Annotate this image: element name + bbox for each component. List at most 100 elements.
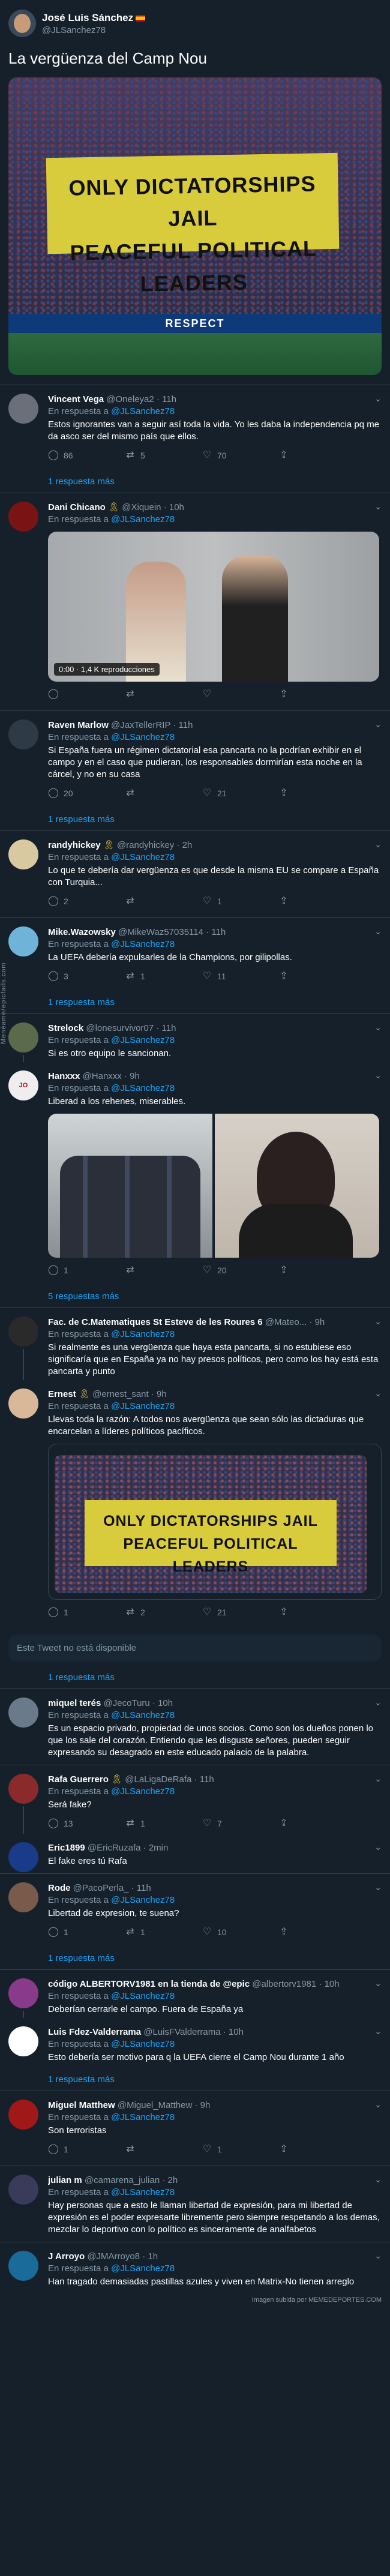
mention-link[interactable]: @JLSanchez78 <box>111 2263 175 2274</box>
author-name[interactable]: José Luis Sánchez <box>42 12 133 23</box>
reply-tweet[interactable]: ⌄ J Arroyo @JMArroyo8 · 1h En respuesta … <box>0 2242 390 2294</box>
chevron-down-icon[interactable]: ⌄ <box>374 2026 382 2037</box>
reply-author-handle[interactable]: @ernest_sant <box>92 1389 149 1399</box>
like-button[interactable]: ♡ 70 <box>202 450 278 461</box>
chevron-down-icon[interactable]: ⌄ <box>374 1842 382 1852</box>
reply-time[interactable]: 11h <box>200 1774 214 1785</box>
share-button[interactable]: ⇪ <box>278 1265 314 1276</box>
reply-author-name[interactable]: J Arroyo <box>48 2251 85 2262</box>
mention-link[interactable]: @JLSanchez78 <box>111 2039 175 2049</box>
mention-link[interactable]: @JLSanchez78 <box>111 1895 175 1905</box>
reply-author-name[interactable]: Raven Marlow <box>48 720 109 730</box>
reply-author-handle[interactable]: @EricRuzafa <box>88 1843 141 1853</box>
reply-author-handle[interactable]: @JecoTuru <box>104 1698 150 1708</box>
avatar[interactable] <box>8 1842 38 1872</box>
avatar[interactable] <box>8 2100 38 2130</box>
share-button[interactable]: ⇪ <box>278 450 314 461</box>
reply-time[interactable]: 9h <box>315 1317 325 1327</box>
reply-author-name[interactable]: Ernest <box>48 1389 76 1399</box>
reply-tweet[interactable]: ⌄ código ALBERTORV1981 en la tienda de @… <box>0 1970 390 2018</box>
reply-tweet[interactable]: ⌄ Fac. de C.Matematiques St Esteve de le… <box>0 1308 390 1380</box>
reply-time[interactable]: 10h <box>325 1979 340 1989</box>
mention-link[interactable]: @JLSanchez78 <box>111 939 175 949</box>
chevron-down-icon[interactable]: ⌄ <box>374 1317 382 1327</box>
reply-tweet[interactable]: ⌄ Vincent Vega @Oneleya2 · 11h En respue… <box>0 385 390 472</box>
reply-author-name[interactable]: Hanxxx <box>48 1071 80 1081</box>
chevron-down-icon[interactable]: ⌄ <box>374 1022 382 1033</box>
reply-author-handle[interactable]: @Hanxxx <box>83 1071 122 1081</box>
share-button[interactable]: ⇪ <box>278 971 314 982</box>
reply-tweet[interactable]: ⌄ Raven Marlow @JaxTellerRIP · 11h En re… <box>0 711 390 809</box>
retweet-button[interactable]: ⇄ 1 <box>125 1818 202 1829</box>
chevron-down-icon[interactable]: ⌄ <box>374 1389 382 1399</box>
avatar[interactable] <box>8 839 38 869</box>
reply-tweet[interactable]: JO ⌄ Hanxxx @Hanxxx · 9h En respuesta a … <box>0 1062 390 1286</box>
avatar[interactable] <box>8 10 36 37</box>
mention-link[interactable]: @JLSanchez78 <box>111 732 175 742</box>
reply-time[interactable]: 10h <box>229 2027 244 2037</box>
retweet-button[interactable]: ⇄ <box>125 896 202 907</box>
chevron-down-icon[interactable]: ⌄ <box>374 1698 382 1708</box>
reply-author-handle[interactable]: @Mateo... <box>265 1317 307 1327</box>
like-button[interactable]: ♡ 1 <box>202 896 278 907</box>
avatar[interactable] <box>8 1698 38 1728</box>
reply-tweet[interactable]: ⌄ Ernest 🎗 @ernest_sant · 9h En respuest… <box>0 1380 390 1629</box>
like-button[interactable]: ♡ 1 <box>202 2144 278 2155</box>
author-handle[interactable]: @JLSanchez78 <box>42 25 145 35</box>
reply-author-name[interactable]: miquel terés <box>48 1698 101 1708</box>
reply-time[interactable]: 10h <box>158 1698 173 1708</box>
quoted-photo[interactable]: ONLY DICTATORSHIPS JAIL PEACEFUL POLITIC… <box>55 1455 367 1593</box>
main-tweet[interactable]: José Luis Sánchez @JLSanchez78 La vergüe… <box>0 0 390 385</box>
reply-button[interactable]: ◯ <box>48 689 125 700</box>
reply-tweet[interactable]: ⌄ Strelock @lonesurvivor07 · 11h En resp… <box>0 1014 390 1062</box>
show-more-replies[interactable]: 1 respuesta más <box>0 2070 390 2091</box>
reply-tweet[interactable]: ⌄ miquel terés @JecoTuru · 10h En respue… <box>0 1689 390 1765</box>
reply-time[interactable]: 9h <box>157 1389 167 1399</box>
reply-tweet[interactable]: ⌄ Dani Chicano 🎗 @Xiquein · 10h En respu… <box>0 493 390 711</box>
retweet-button[interactable]: ⇄ <box>125 2144 202 2155</box>
reply-button[interactable]: ◯ 3 <box>48 971 125 982</box>
mention-link[interactable]: @JLSanchez78 <box>111 1035 175 1045</box>
reply-author-name[interactable]: Luis Fdez-Valderrama <box>48 2027 141 2037</box>
chevron-down-icon[interactable]: ⌄ <box>374 1882 382 1893</box>
reply-author-handle[interactable]: @PacoPerla_ <box>73 1883 129 1893</box>
retweet-button[interactable]: ⇄ 1 <box>125 1927 202 1938</box>
reply-time[interactable]: 10h <box>169 502 184 512</box>
avatar[interactable] <box>8 1389 38 1419</box>
mention-link[interactable]: @JLSanchez78 <box>111 2112 175 2122</box>
retweet-button[interactable]: ⇄ <box>125 1265 202 1276</box>
reply-time[interactable]: 11h <box>211 927 226 937</box>
mention-link[interactable]: @JLSanchez78 <box>111 1786 175 1797</box>
reply-author-handle[interactable]: @Xiquein <box>122 502 161 512</box>
reply-button[interactable]: ◯ 20 <box>48 788 125 799</box>
mention-link[interactable]: @JLSanchez78 <box>111 406 175 416</box>
reply-author-name[interactable]: Mike.Wazowsky <box>48 927 116 937</box>
chevron-down-icon[interactable]: ⌄ <box>374 502 382 512</box>
avatar[interactable] <box>8 2175 38 2205</box>
reply-author-name[interactable]: Miguel Matthew <box>48 2100 115 2110</box>
retweet-button[interactable]: ⇄ <box>125 689 202 700</box>
reply-author-name[interactable]: Vincent Vega <box>48 394 104 404</box>
mention-link[interactable]: @JLSanchez78 <box>111 1991 175 2001</box>
avatar[interactable] <box>8 1882 38 1912</box>
like-button[interactable]: ♡ 10 <box>202 1927 278 1938</box>
reply-tweet[interactable]: ⌄ randyhickey 🎗 @randyhickey · 2h En res… <box>0 831 390 918</box>
show-more-replies[interactable]: 1 respuesta más <box>0 809 390 831</box>
group-photo[interactable] <box>48 1114 212 1258</box>
reply-button[interactable]: ◯ 2 <box>48 896 125 907</box>
reply-button[interactable]: ◯ 13 <box>48 1818 125 1829</box>
show-more-replies[interactable]: 1 respuesta más <box>0 472 390 493</box>
reply-author-name[interactable]: Strelock <box>48 1023 83 1033</box>
reply-time[interactable]: 9h <box>200 2100 211 2110</box>
mention-link[interactable]: @JLSanchez78 <box>111 1710 175 1720</box>
reply-tweet[interactable]: ⌄ Rafa Guerrero 🎗 @LaLigaDeRafa · 11h En… <box>0 1765 390 1834</box>
tweet-photo[interactable]: ONLY DICTATORSHIPS JAIL PEACEFUL POLITIC… <box>8 77 382 375</box>
chevron-down-icon[interactable]: ⌄ <box>374 719 382 730</box>
share-button[interactable]: ⇪ <box>278 1927 314 1938</box>
avatar[interactable] <box>8 502 38 532</box>
reply-button[interactable]: ◯ 1 <box>48 1607 125 1618</box>
reply-author-name[interactable]: Eric1899 <box>48 1843 85 1853</box>
chevron-down-icon[interactable]: ⌄ <box>374 839 382 850</box>
reply-time[interactable]: 11h <box>162 394 176 404</box>
reply-tweet[interactable]: ⌄ Mike.Wazowsky @MikeWaz57035114 · 11h E… <box>0 918 390 992</box>
